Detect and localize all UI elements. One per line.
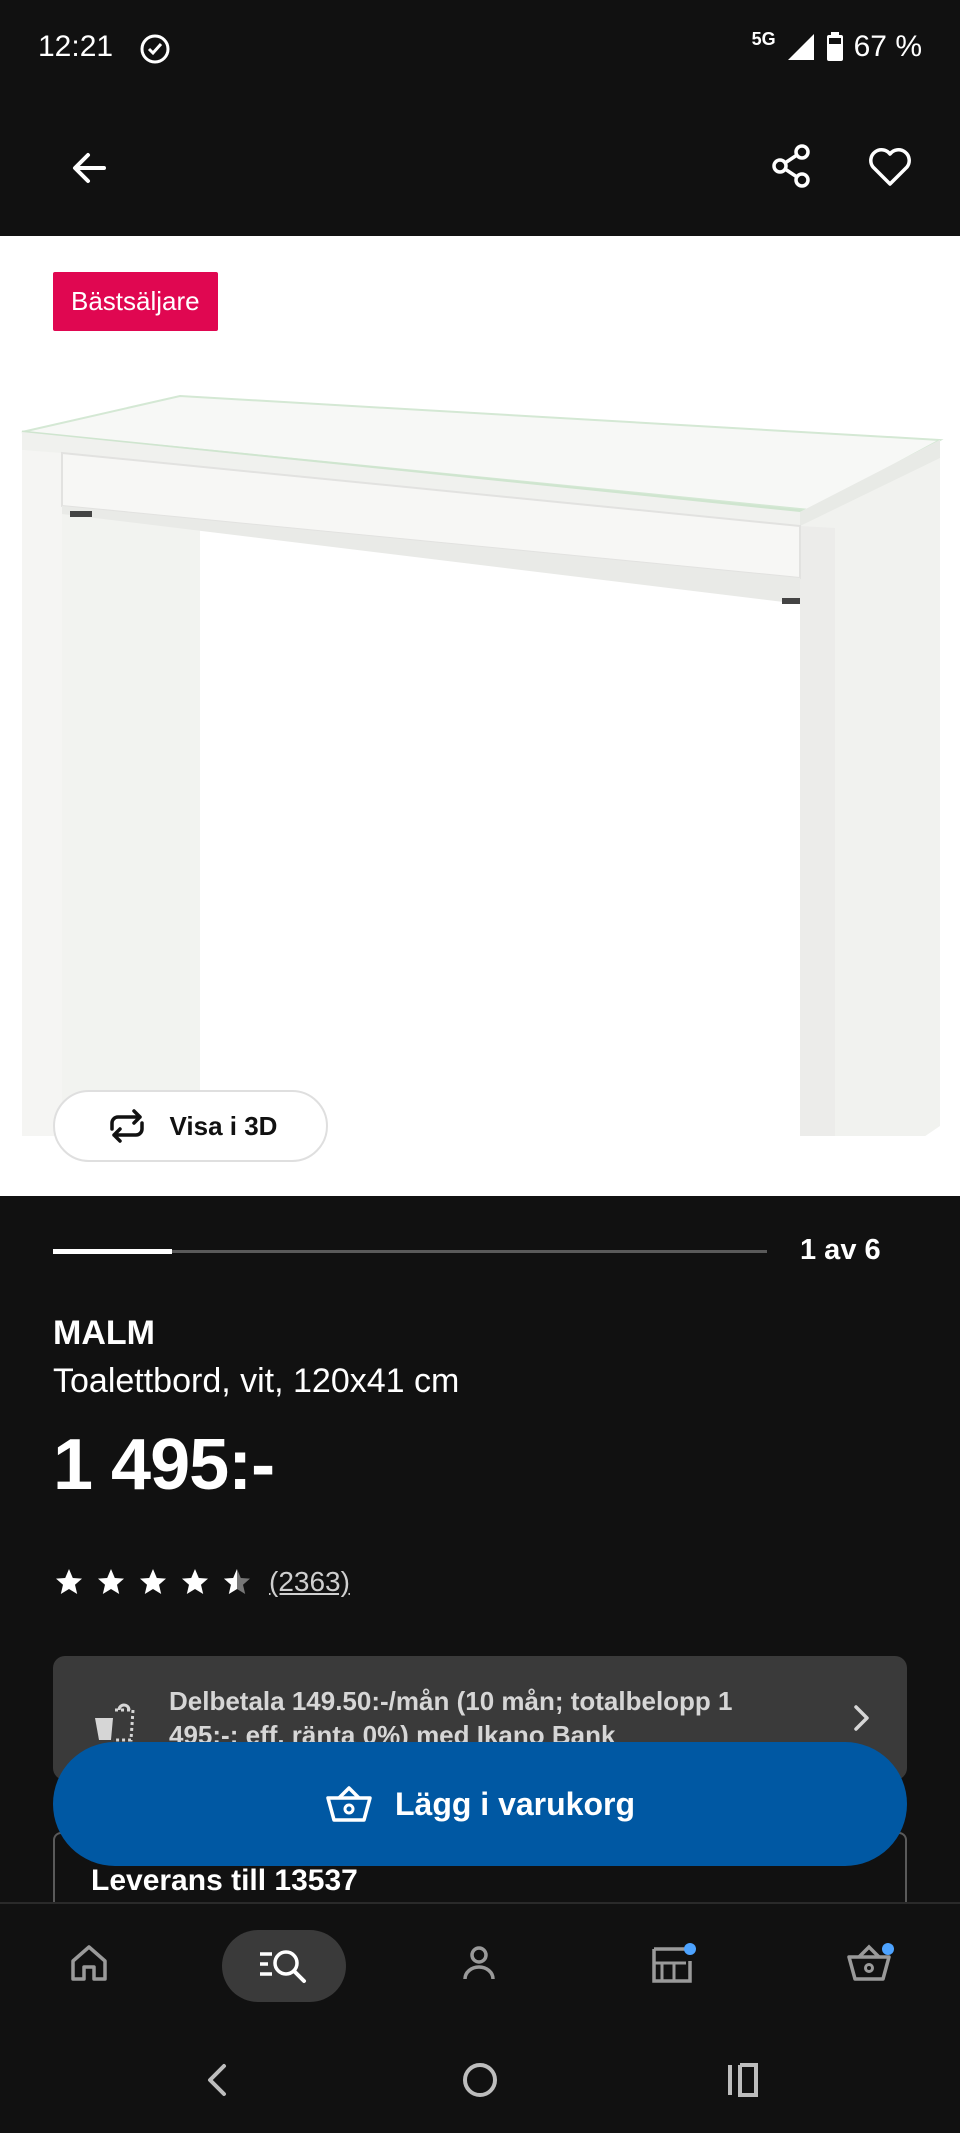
- nav-home[interactable]: [56, 1930, 122, 1996]
- check-circle-icon: [140, 34, 170, 64]
- system-back-icon[interactable]: [190, 2052, 246, 2108]
- status-bar: 12:21 5G 67 %: [0, 0, 960, 100]
- star-full-icon: [182, 1569, 208, 1594]
- network-type: 5G: [751, 28, 776, 49]
- product-image: [21, 394, 944, 1136]
- star-half-icon: [224, 1569, 250, 1594]
- rotate-3d-icon: [109, 1109, 144, 1143]
- battery-icon: [826, 32, 843, 61]
- home-icon: [71, 1945, 107, 1981]
- nav-profile[interactable]: [446, 1930, 512, 1996]
- view-3d-label: Visa i 3D: [169, 1110, 278, 1141]
- signal-icon: [787, 34, 814, 60]
- star-full-icon: [140, 1569, 166, 1594]
- nav-cart[interactable]: [838, 1930, 904, 1996]
- system-navigation-bar: [0, 2022, 960, 2133]
- bottom-navigation: [0, 1902, 960, 2022]
- nav-search[interactable]: [222, 1930, 346, 2002]
- cart-icon: [847, 1943, 894, 1981]
- product-image-gallery[interactable]: Bästsäljare Visa i 3D: [0, 236, 960, 1196]
- profile-icon: [463, 1946, 495, 1980]
- add-to-cart-button[interactable]: Lägg i varukorg: [53, 1742, 907, 1866]
- image-pager-track: [53, 1249, 767, 1254]
- star-full-icon: [56, 1569, 82, 1594]
- product-brand: MALM: [53, 1314, 155, 1352]
- product-description: Toalettbord, vit, 120x41 cm: [53, 1362, 460, 1400]
- share-icon[interactable]: [764, 138, 820, 194]
- view-3d-button[interactable]: Visa i 3D: [53, 1090, 328, 1162]
- product-price: 1 495:-: [53, 1425, 275, 1505]
- rating-count-link[interactable]: (2363): [269, 1566, 350, 1598]
- installment-icon: [95, 1703, 135, 1742]
- nav-store[interactable]: [642, 1930, 708, 1996]
- star-full-icon: [98, 1569, 124, 1594]
- app-bar: [0, 100, 960, 236]
- product-rating[interactable]: (2363): [53, 1566, 350, 1598]
- heart-icon[interactable]: [862, 138, 918, 194]
- image-pager-count: 1 av 6: [800, 1234, 881, 1266]
- system-recents-icon[interactable]: [716, 2052, 772, 2108]
- status-time: 12:21: [38, 30, 114, 63]
- battery-level: 67 %: [853, 30, 922, 63]
- status-indicators: 5G 67 %: [751, 28, 922, 64]
- system-home-icon[interactable]: [452, 2052, 508, 2108]
- back-arrow-icon[interactable]: [62, 140, 118, 196]
- add-to-cart-label: Lägg i varukorg: [394, 1785, 636, 1822]
- search-icon: [260, 1950, 306, 1983]
- basket-icon: [326, 1786, 372, 1822]
- store-icon: [652, 1943, 696, 1983]
- image-pager-progress: [53, 1249, 172, 1254]
- delivery-label: Leverans till 13537: [91, 1864, 358, 1897]
- chevron-right-icon: [854, 1705, 869, 1731]
